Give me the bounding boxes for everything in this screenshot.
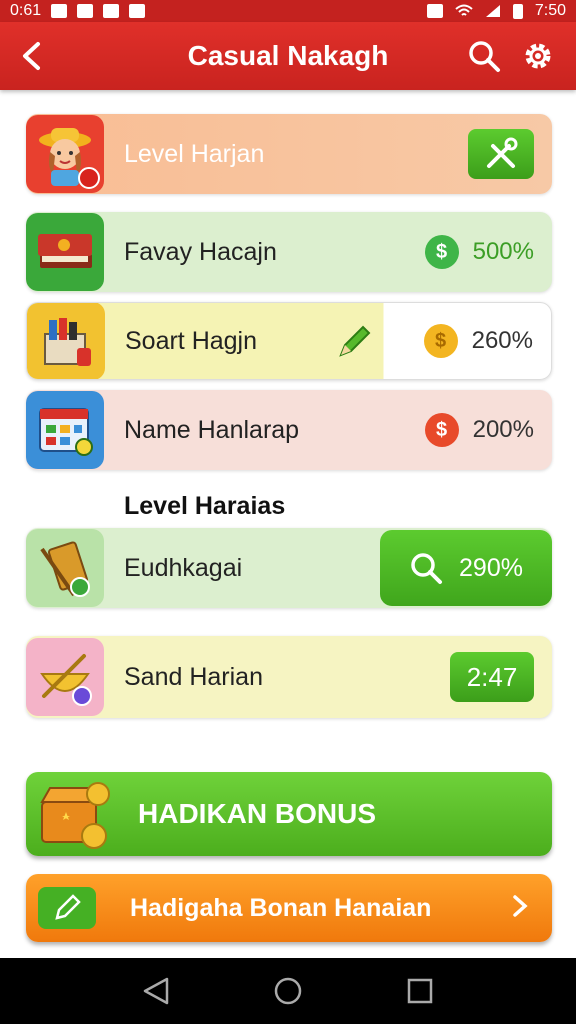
status-time: 7:50: [534, 2, 566, 19]
back-button[interactable]: [0, 22, 64, 90]
list-item-favay-hacajn[interactable]: Favay Hacajn $ 500%: [26, 212, 552, 292]
notification-icon: [51, 4, 68, 18]
nav-home-icon[interactable]: [273, 976, 303, 1006]
golden-bowl-icon: [40, 654, 92, 706]
card-value: 200%: [472, 416, 534, 443]
red-coin-icon: $: [424, 413, 459, 447]
treasure-chest-thumbnail: [36, 776, 112, 852]
green-coin-icon: $: [424, 235, 459, 269]
card-value: 290%: [459, 553, 523, 582]
nav-back-icon[interactable]: [141, 976, 171, 1006]
tools-icon: [487, 137, 518, 168]
bonus-harian-button[interactable]: Hadigaha Bonan Hanaian: [26, 874, 552, 942]
scroll-icon: [40, 541, 90, 597]
settings-button[interactable]: [520, 38, 556, 74]
vibrate-icon: [426, 4, 443, 18]
treasure-chest-icon: [40, 782, 110, 849]
signal-icon: [485, 5, 500, 17]
battery-icon: [512, 3, 523, 19]
pencil-icon: [55, 894, 81, 920]
chevron-right-icon: [512, 894, 528, 923]
pencil-icon: [339, 325, 371, 357]
bonus-button-label: HADIKAN BONUS: [138, 798, 376, 829]
badge-icon: [78, 167, 100, 189]
search-value-button[interactable]: 290%: [380, 530, 552, 606]
list-item-eudhkagai[interactable]: Eudhkagai 290%: [26, 528, 552, 608]
image-notification-icon: [129, 4, 146, 18]
books-box-icon: [44, 318, 91, 366]
list-item-soart-hagjn[interactable]: Soart Hagjn $ 260%: [26, 302, 552, 380]
card-label: Sand Harian: [124, 662, 263, 691]
card-label: Soart Hagjn: [125, 326, 258, 355]
card-label: Name Hanlarap: [124, 415, 300, 444]
search-button[interactable]: [466, 38, 502, 74]
gold-coin-icon: $: [423, 324, 458, 358]
mail-notification-icon: [103, 4, 120, 18]
section-title: Level Haraias: [124, 492, 286, 520]
edit-button-badge: [38, 887, 96, 929]
search-icon: [411, 553, 443, 584]
shop-thumbnail: [27, 303, 105, 379]
gear-icon: [525, 43, 551, 69]
book-icon: [38, 234, 92, 268]
tools-button[interactable]: [468, 129, 534, 179]
calendar-icon: [39, 408, 93, 456]
card-value: 260%: [471, 327, 533, 354]
back-arrow-icon: [23, 42, 40, 70]
avatar: [26, 115, 104, 193]
bonus-button[interactable]: HADIKAN BONUS: [26, 772, 552, 856]
wifi-icon: [455, 4, 473, 16]
settings-notification-icon: [77, 4, 94, 18]
list-item-sand-harian[interactable]: Sand Harian 2:47: [26, 636, 552, 718]
status-bar: 0:61 7:50: [0, 0, 576, 22]
book-thumbnail: [26, 213, 104, 291]
scroll-thumbnail: [26, 529, 104, 607]
search-icon: [469, 41, 500, 72]
card-value: 500%: [472, 238, 534, 265]
calendar-thumbnail: [26, 391, 104, 469]
card-label: Favay Hacajn: [124, 237, 277, 266]
timer-badge: 2:47: [450, 652, 534, 702]
bowl-thumbnail: [26, 638, 104, 716]
system-nav-bar: [0, 958, 576, 1024]
status-left-text: 0:61: [10, 2, 42, 19]
bonus-harian-label: Hadigaha Bonan Hanaian: [130, 893, 432, 922]
card-label: Eudhkagai: [124, 553, 243, 582]
list-item-level-harjan[interactable]: Level Harjan: [26, 114, 552, 194]
card-label: Level Harjan: [124, 139, 265, 168]
list-item-name-hanlarap[interactable]: Name Hanlarap $ 200%: [26, 390, 552, 470]
app-bar: Casual Nakagh: [0, 22, 576, 90]
nav-recents-icon[interactable]: [405, 976, 435, 1006]
